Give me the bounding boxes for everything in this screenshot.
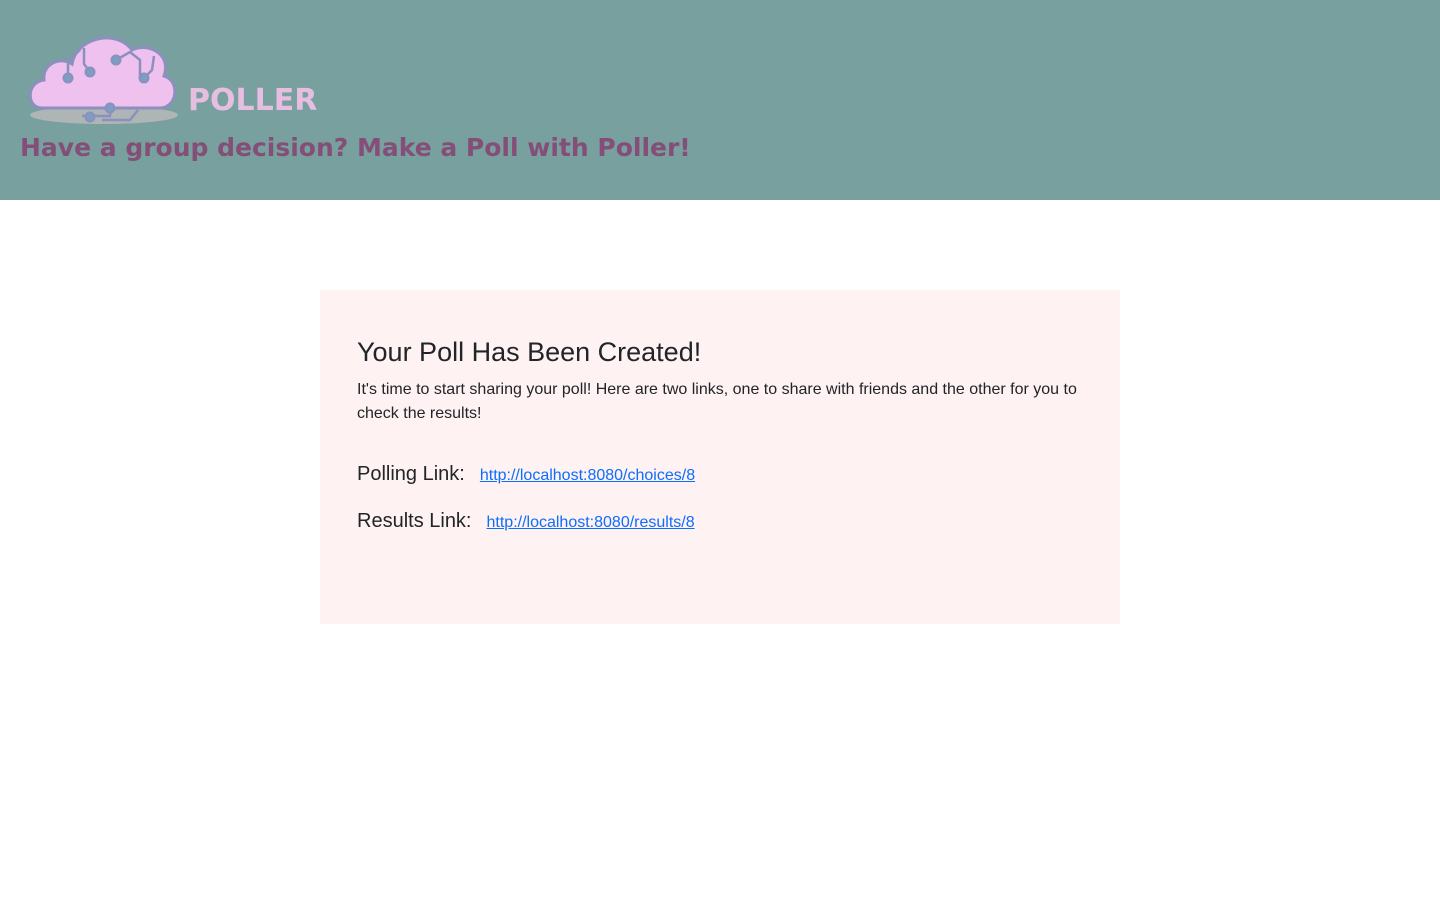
logo[interactable] [20, 20, 188, 130]
results-link-row: Results Link: http://localhost:8080/resu… [357, 510, 695, 533]
poll-created-card: Your Poll Has Been Created! It's time to… [320, 290, 1120, 624]
polling-link-label: Polling Link: [357, 463, 465, 485]
page-tagline: Have a group decision? Make a Poll with … [20, 133, 691, 162]
cloud-circuit-icon [28, 36, 178, 124]
brand-name[interactable]: POLLER [188, 83, 317, 118]
polling-link-row: Polling Link: http://localhost:8080/choi… [357, 463, 695, 486]
card-title: Your Poll Has Been Created! [357, 337, 702, 367]
card-description: It's time to start sharing your poll! He… [357, 381, 1077, 422]
site-header: POLLER Have a group decision? Make a Pol… [0, 0, 1440, 200]
results-link-label: Results Link: [357, 510, 472, 532]
polling-link[interactable]: http://localhost:8080/choices/8 [480, 467, 695, 485]
results-link[interactable]: http://localhost:8080/results/8 [487, 514, 695, 532]
